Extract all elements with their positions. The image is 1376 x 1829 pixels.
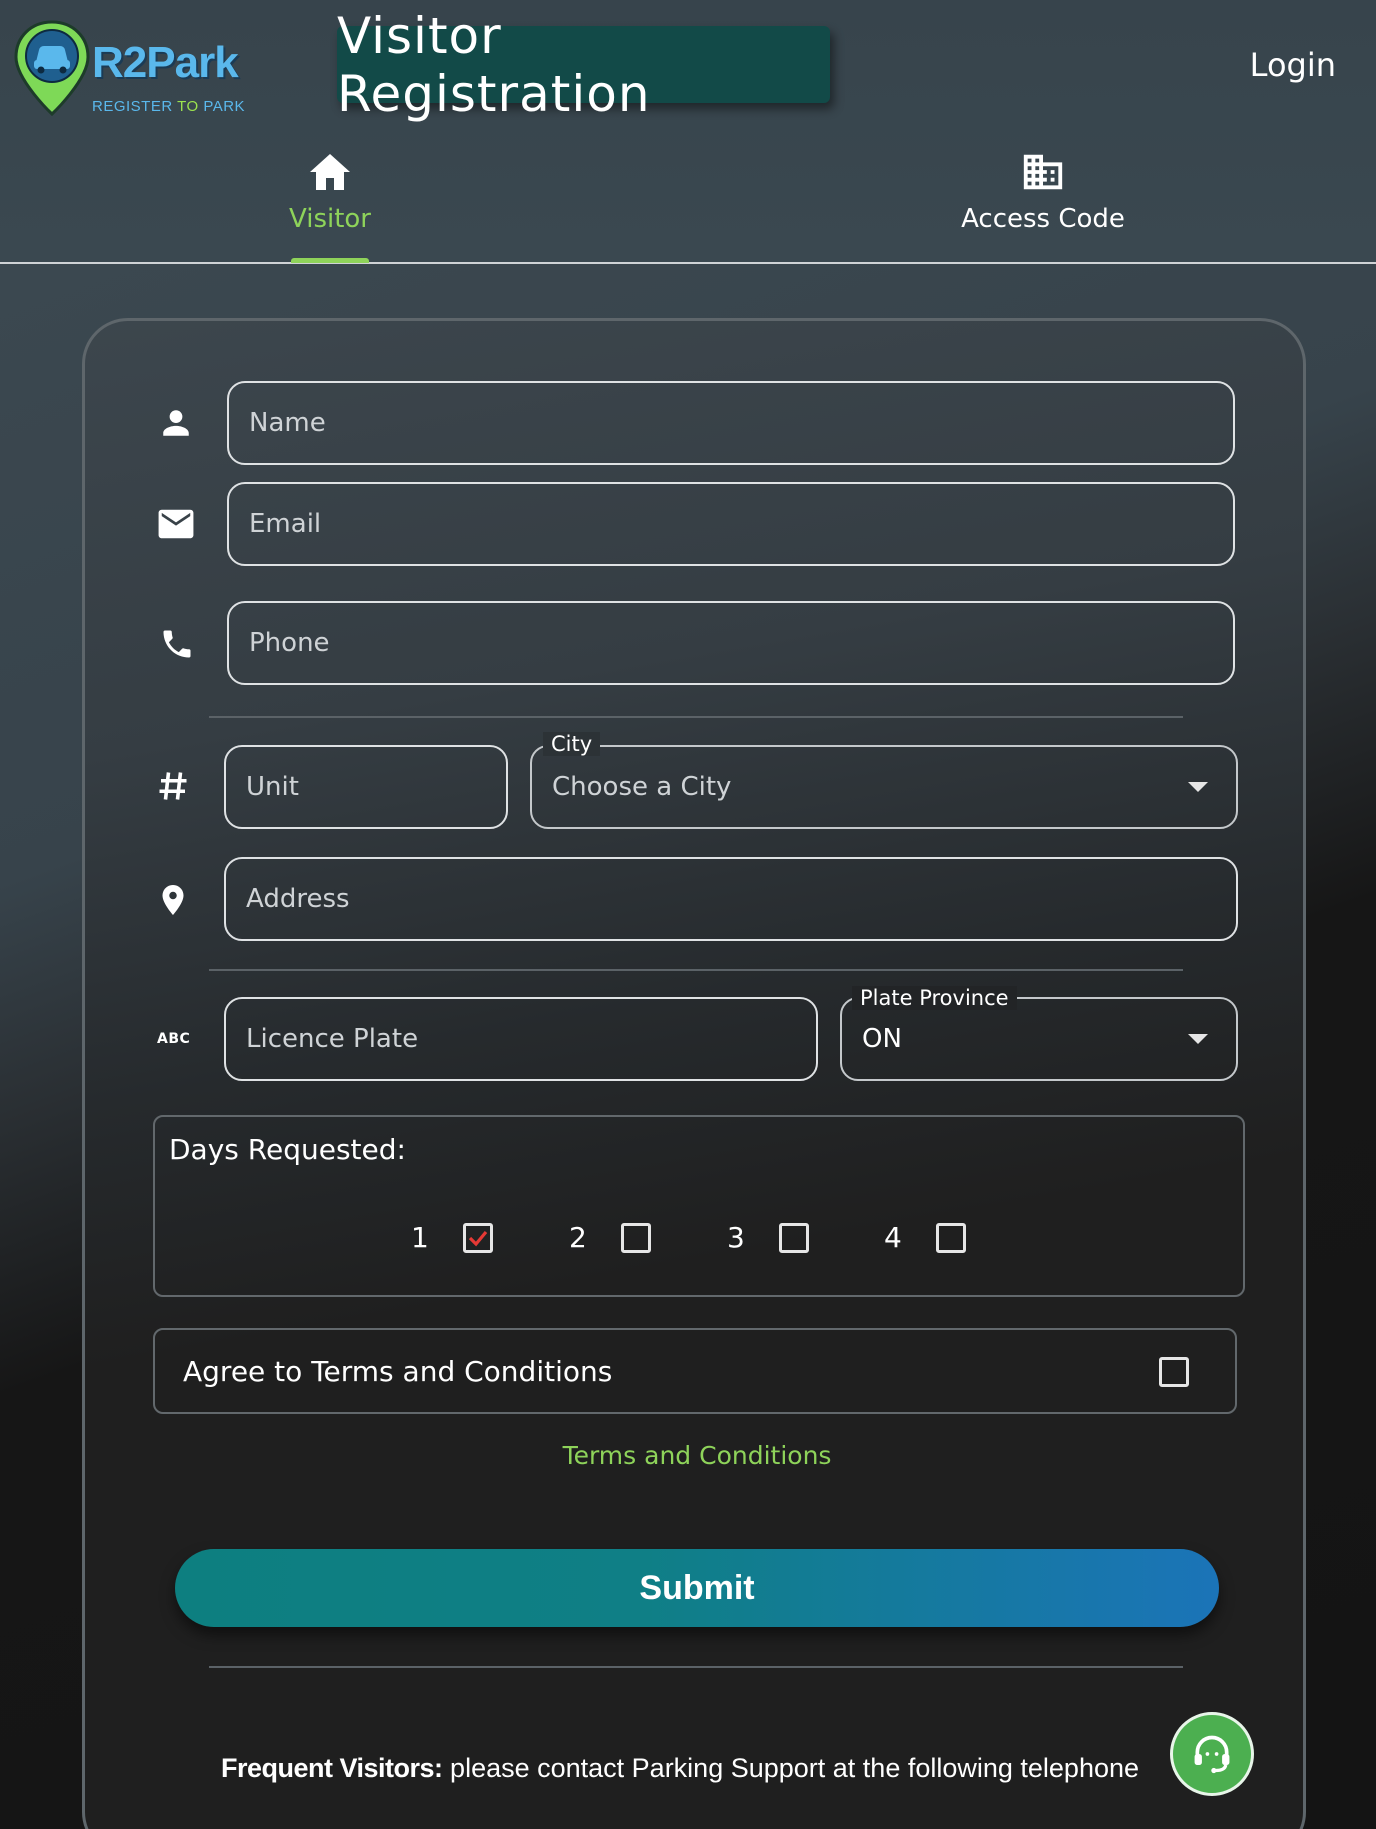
phone-placeholder: Phone xyxy=(249,628,330,658)
days-requested-group: Days Requested: 1 2 3 4 xyxy=(153,1115,1245,1297)
tab-access-code-label: Access Code xyxy=(961,204,1125,234)
location-pin-icon xyxy=(162,885,184,915)
tab-access-code[interactable]: Access Code xyxy=(912,150,1174,234)
day-option-label: 4 xyxy=(884,1221,902,1254)
chevron-down-icon xyxy=(1188,782,1208,792)
logo-tagline: REGISTER TO PARK xyxy=(92,98,246,115)
chevron-down-icon xyxy=(1188,1034,1208,1044)
days-requested-title: Days Requested: xyxy=(169,1133,406,1166)
checkmark-icon xyxy=(468,1230,488,1246)
registration-form-card: Name Email Phone Unit Choose a City City… xyxy=(82,318,1306,1829)
day-4-checkbox[interactable] xyxy=(935,1222,966,1253)
day-option-4[interactable]: 4 xyxy=(884,1221,966,1254)
unit-placeholder: Unit xyxy=(246,772,299,802)
section-divider xyxy=(209,969,1183,971)
unit-input[interactable]: Unit xyxy=(224,745,508,829)
hash-icon xyxy=(159,772,187,800)
section-divider xyxy=(209,716,1183,718)
address-input[interactable]: Address xyxy=(224,857,1238,941)
abc-icon: ABC xyxy=(157,1031,191,1047)
licence-plate-input[interactable]: Licence Plate xyxy=(224,997,818,1081)
active-tab-indicator xyxy=(291,258,369,263)
person-icon xyxy=(163,410,189,436)
email-placeholder: Email xyxy=(249,509,322,539)
home-icon xyxy=(310,154,350,190)
name-placeholder: Name xyxy=(249,408,326,438)
agree-terms-label: Agree to Terms and Conditions xyxy=(183,1354,613,1388)
submit-button[interactable]: Submit xyxy=(175,1549,1219,1627)
terms-and-conditions-link[interactable]: Terms and Conditions xyxy=(85,1441,1309,1470)
support-agent-icon xyxy=(1194,1735,1230,1774)
support-chat-button[interactable] xyxy=(1170,1712,1254,1796)
agree-terms-checkbox[interactable] xyxy=(1159,1357,1189,1387)
plate-province-label: Plate Province xyxy=(852,986,1017,1010)
day-2-checkbox[interactable] xyxy=(620,1222,651,1253)
page-title: Visitor Registration xyxy=(337,7,830,123)
day-option-label: 3 xyxy=(727,1221,745,1254)
plate-province-value: ON xyxy=(862,1024,902,1054)
building-icon xyxy=(1023,154,1063,190)
day-option-2[interactable]: 2 xyxy=(569,1221,651,1254)
day-option-3[interactable]: 3 xyxy=(727,1221,809,1254)
day-option-1[interactable]: 1 xyxy=(411,1221,493,1254)
frequent-visitors-text: please contact Parking Support at the fo… xyxy=(442,1753,1140,1783)
tab-visitor[interactable]: Visitor xyxy=(230,150,430,234)
city-select[interactable]: Choose a City xyxy=(530,745,1238,829)
name-input[interactable]: Name xyxy=(227,381,1235,465)
frequent-visitors-heading: Frequent Visitors: xyxy=(221,1753,443,1783)
tab-visitor-label: Visitor xyxy=(289,204,371,234)
day-1-checkbox[interactable] xyxy=(462,1222,493,1253)
email-icon xyxy=(158,509,194,539)
phone-input[interactable]: Phone xyxy=(227,601,1235,685)
address-placeholder: Address xyxy=(246,884,350,914)
phone-icon xyxy=(163,630,191,658)
email-input[interactable]: Email xyxy=(227,482,1235,566)
r2park-logo[interactable]: R2Park REGISTER TO PARK xyxy=(12,18,252,118)
location-pin-logo-icon xyxy=(14,20,90,117)
login-link[interactable]: Login xyxy=(1250,46,1336,84)
agree-terms-row[interactable]: Agree to Terms and Conditions xyxy=(153,1328,1237,1414)
section-divider xyxy=(209,1666,1183,1668)
app-header: R2Park REGISTER TO PARK Visitor Registra… xyxy=(0,0,1376,264)
logo-title: R2Park xyxy=(92,38,239,87)
frequent-visitors-note: Frequent Visitors: please contact Parkin… xyxy=(221,1753,1171,1787)
licence-plate-placeholder: Licence Plate xyxy=(246,1024,419,1054)
day-option-label: 2 xyxy=(569,1221,587,1254)
city-select-value: Choose a City xyxy=(552,772,732,802)
city-label: City xyxy=(543,732,601,756)
day-3-checkbox[interactable] xyxy=(778,1222,809,1253)
day-option-label: 1 xyxy=(411,1221,429,1254)
